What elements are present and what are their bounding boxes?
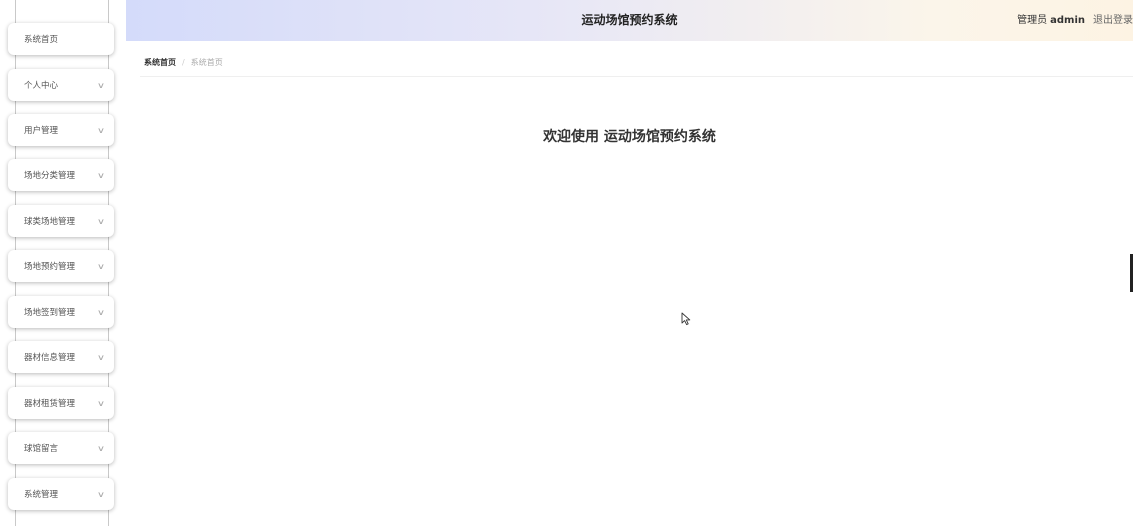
mouse-cursor-icon: [681, 312, 691, 326]
chevron-down-icon: ∨: [96, 125, 106, 135]
sidebar-item-label: 场地签到管理: [24, 308, 76, 318]
top-header: 运动场馆预约系统 管理员 admin 退出登录: [126, 0, 1133, 41]
chevron-down-icon: ∨: [96, 489, 106, 499]
sidebar-item-home[interactable]: 系统首页: [8, 23, 114, 55]
chevron-down-icon: ∨: [96, 216, 106, 226]
app-title: 运动场馆预约系统: [581, 13, 678, 27]
chevron-down-icon: ∨: [96, 352, 106, 362]
chevron-down-icon: ∨: [96, 261, 106, 271]
sidebar-item-messages[interactable]: 球馆留言 ∨: [8, 432, 114, 464]
sidebar: 系统首页 个人中心 ∨ 用户管理 ∨ 场地分类管理 ∨ 球类场地管理 ∨ 场地预…: [0, 0, 126, 526]
chevron-down-icon: ∨: [96, 170, 106, 180]
logout-button[interactable]: 退出登录: [1093, 15, 1133, 26]
sidebar-item-venue-booking[interactable]: 场地预约管理 ∨: [8, 250, 114, 282]
welcome-heading: 欢迎使用 运动场馆预约系统: [543, 129, 716, 145]
sidebar-item-equipment-rental[interactable]: 器材租赁管理 ∨: [8, 387, 114, 419]
breadcrumb-divider: [140, 76, 1133, 77]
breadcrumb-home-link[interactable]: 系统首页: [144, 58, 176, 67]
sidebar-item-label: 场地预约管理: [24, 262, 76, 272]
sidebar-item-label: 球类场地管理: [24, 217, 76, 227]
sidebar-item-system-management[interactable]: 系统管理 ∨: [8, 478, 114, 510]
breadcrumb: 系统首页 / 系统首页: [144, 55, 223, 71]
sidebar-item-user-management[interactable]: 用户管理 ∨: [8, 114, 114, 146]
user-info: 管理员 admin 退出登录: [1017, 0, 1133, 41]
user-role: 管理员: [1017, 15, 1048, 26]
sidebar-item-venue-checkin[interactable]: 场地签到管理 ∨: [8, 296, 114, 328]
sidebar-item-label: 用户管理: [24, 126, 59, 136]
sidebar-item-personal-center[interactable]: 个人中心 ∨: [8, 69, 114, 101]
chevron-down-icon: ∨: [96, 398, 106, 408]
sidebar-item-label: 场地分类管理: [24, 171, 76, 181]
sidebar-item-label: 器材信息管理: [24, 353, 76, 363]
chevron-down-icon: ∨: [96, 307, 106, 317]
sidebar-item-label: 系统管理: [24, 490, 59, 500]
sidebar-item-label: 系统首页: [24, 35, 59, 45]
breadcrumb-separator: /: [182, 58, 185, 67]
sidebar-item-venue-category[interactable]: 场地分类管理 ∨: [8, 159, 114, 191]
sidebar-item-label: 球馆留言: [24, 444, 59, 454]
sidebar-item-equipment-info[interactable]: 器材信息管理 ∨: [8, 341, 114, 373]
chevron-down-icon: ∨: [96, 443, 106, 453]
username: admin: [1050, 15, 1085, 26]
sidebar-item-label: 个人中心: [24, 81, 59, 91]
chevron-down-icon: ∨: [96, 80, 106, 90]
sidebar-item-label: 器材租赁管理: [24, 399, 76, 409]
sidebar-item-ball-venue[interactable]: 球类场地管理 ∨: [8, 205, 114, 237]
breadcrumb-current: 系统首页: [190, 58, 223, 67]
